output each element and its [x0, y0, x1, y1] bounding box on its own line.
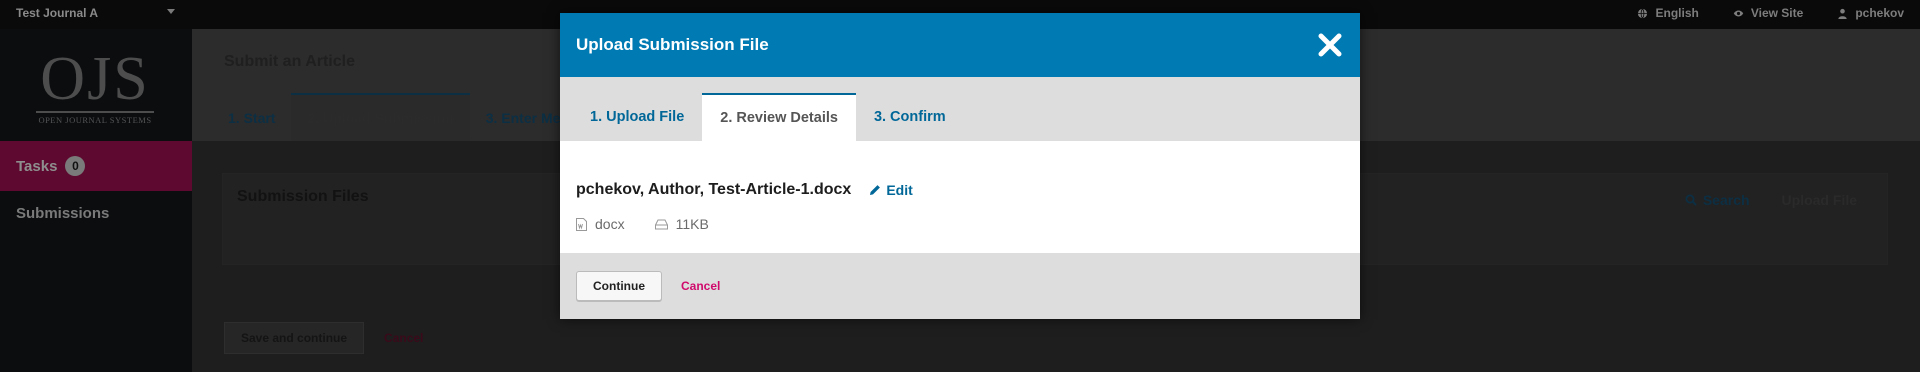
pencil-icon: [870, 185, 881, 195]
file-size: 11KB: [654, 216, 709, 232]
language-label: English: [1655, 6, 1699, 20]
globe-icon: [1638, 8, 1648, 18]
edit-button[interactable]: Edit: [869, 182, 913, 198]
file-size-label: 11KB: [675, 216, 709, 232]
submission-tabs: 1. Start 2. Upload Submission 3. Enter M…: [212, 93, 618, 141]
tab-confirm[interactable]: 3. Confirm: [856, 93, 964, 141]
cancel-button[interactable]: Cancel: [681, 279, 720, 293]
edit-label: Edit: [886, 182, 913, 198]
tab-start[interactable]: 1. Start: [212, 93, 291, 141]
modal-tabs: 1. Upload File 2. Review Details 3. Conf…: [560, 77, 1360, 141]
cancel-link[interactable]: Cancel: [384, 331, 423, 345]
page-title: Submit an Article: [224, 53, 355, 70]
user-menu[interactable]: pchekov: [1837, 6, 1904, 20]
search-label: Search: [1702, 192, 1750, 208]
ojs-logo[interactable]: OJS OPEN JOURNAL SYSTEMS: [30, 47, 160, 125]
language-menu[interactable]: English: [1637, 6, 1699, 20]
close-icon[interactable]: [1316, 31, 1344, 59]
word-document-icon: [576, 217, 587, 231]
view-site-label: View Site: [1750, 6, 1804, 20]
file-name: pchekov, Author, Test-Article-1.docx: [576, 181, 852, 198]
top-right-menu: English View Site pchekov: [1637, 6, 1904, 20]
user-label: pchekov: [1855, 6, 1904, 20]
logo-subtitle: OPEN JOURNAL SYSTEMS: [38, 115, 152, 125]
form-buttons: Save and continue Cancel: [224, 322, 423, 354]
eye-icon: [1733, 10, 1744, 16]
journal-switcher[interactable]: Test Journal A: [16, 6, 98, 20]
save-and-continue-button[interactable]: Save and continue: [224, 322, 365, 354]
user-icon: [1838, 8, 1847, 19]
modal-header: Upload Submission File: [560, 13, 1360, 77]
file-type: docx: [576, 216, 625, 232]
tab-upload-submission[interactable]: 2. Upload Submission: [291, 93, 470, 141]
search-icon: [1685, 194, 1697, 206]
files-grid-actions: Search Upload File: [1685, 192, 1857, 208]
tab-upload-file[interactable]: 1. Upload File: [576, 93, 702, 141]
search-button[interactable]: Search: [1685, 192, 1750, 208]
continue-button[interactable]: Continue: [576, 271, 662, 301]
file-meta: docx 11KB: [576, 216, 709, 232]
modal-footer: Continue Cancel: [560, 253, 1360, 319]
view-site-link[interactable]: View Site: [1733, 6, 1803, 20]
sidebar: OJS OPEN JOURNAL SYSTEMS Tasks 0 Submiss…: [0, 29, 192, 372]
tab-review-details[interactable]: 2. Review Details: [702, 93, 856, 141]
sidebar-item-submissions[interactable]: Submissions: [16, 205, 109, 222]
tasks-label: Tasks: [16, 157, 58, 175]
hard-drive-icon: [654, 219, 668, 229]
modal-body: pchekov, Author, Test-Article-1.docx Edi…: [560, 141, 1360, 253]
upload-file-button[interactable]: Upload File: [1782, 192, 1857, 208]
files-grid-title: Submission Files: [237, 188, 369, 205]
upload-file-modal: Upload Submission File 1. Upload File 2.…: [560, 13, 1360, 319]
sidebar-item-tasks[interactable]: Tasks 0: [0, 141, 192, 191]
logo-text: OJS: [40, 45, 150, 113]
chevron-down-icon[interactable]: [167, 9, 175, 14]
file-type-label: docx: [595, 216, 625, 232]
tasks-count-badge: 0: [65, 156, 86, 176]
modal-title: Upload Submission File: [576, 35, 769, 54]
file-name-row: pchekov, Author, Test-Article-1.docx Edi…: [576, 181, 913, 199]
